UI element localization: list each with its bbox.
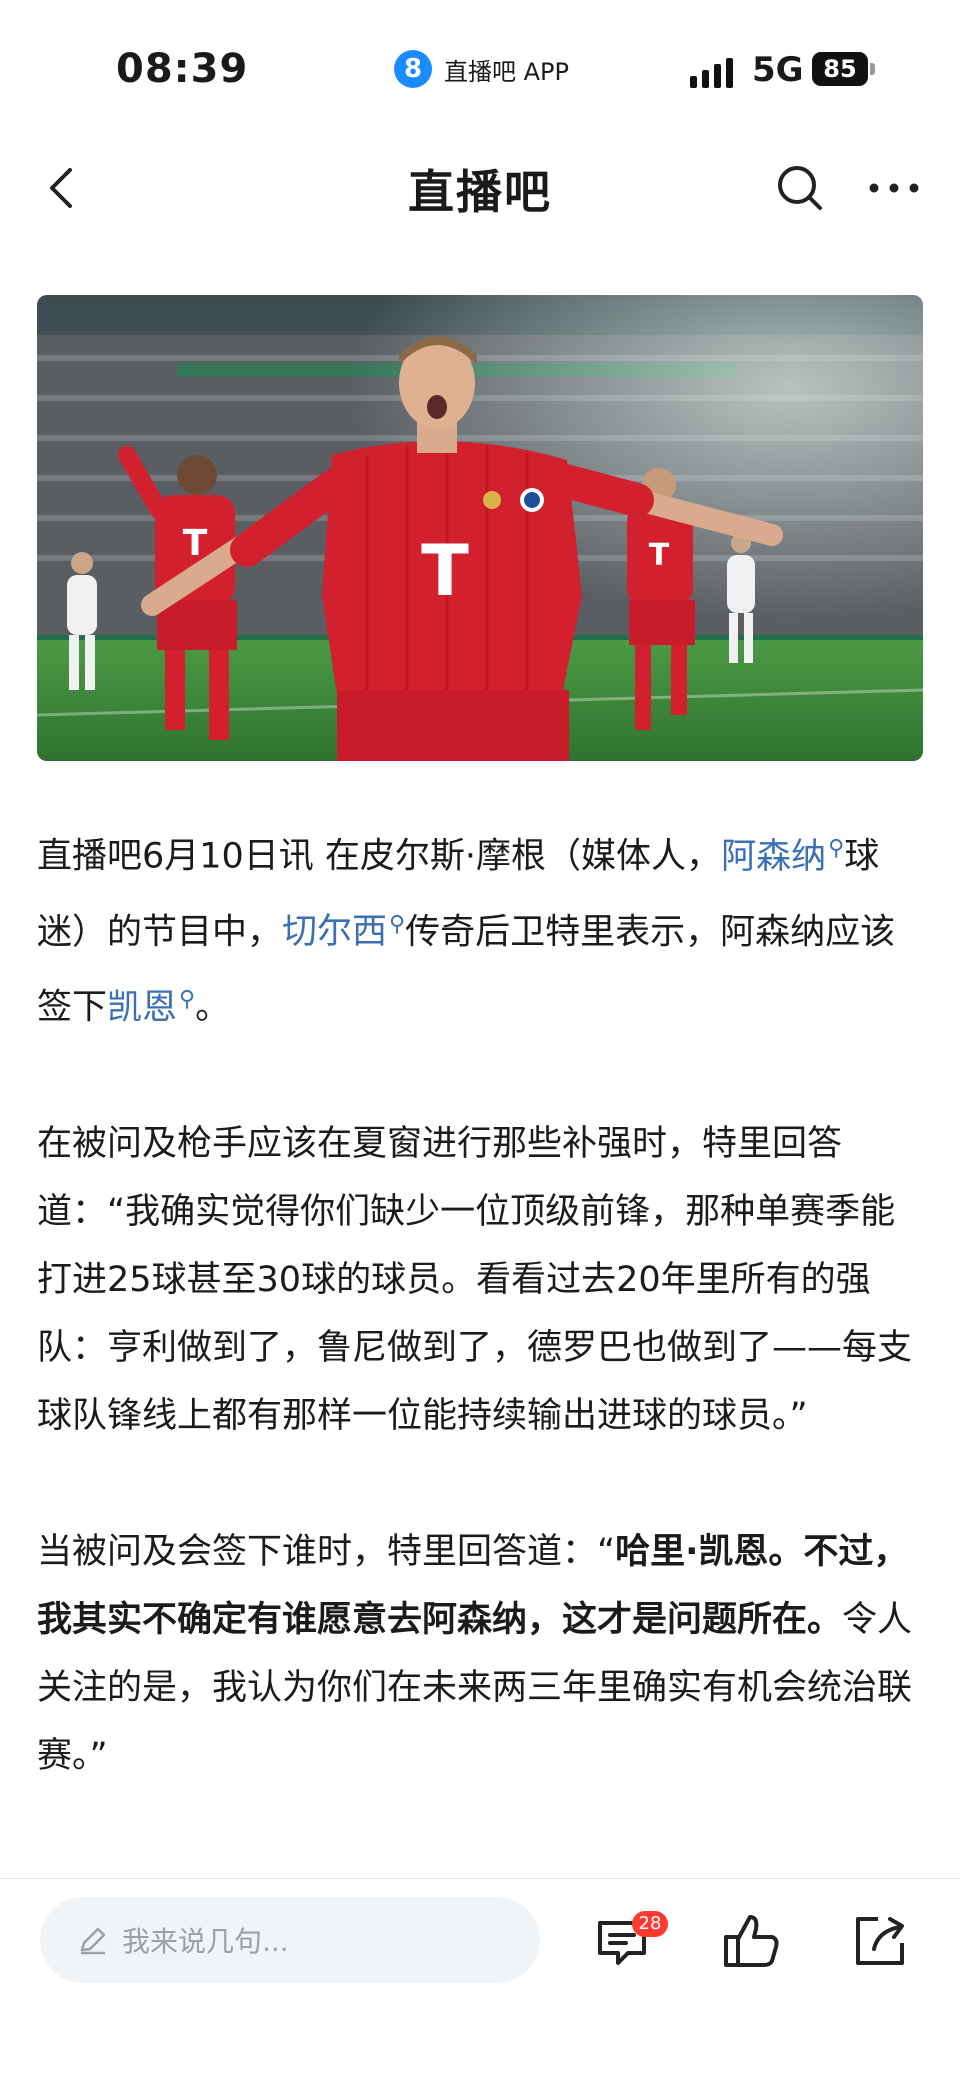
bottom-action-bar: 我来说几句... 28: [0, 1878, 960, 2082]
signal-icon: [690, 58, 733, 88]
tag-link-chelsea[interactable]: 切尔西⚲: [282, 911, 406, 953]
search-button[interactable]: [770, 158, 830, 218]
paragraph-text: 。: [195, 987, 231, 1028]
tag-link-kane[interactable]: 凯恩⚲: [107, 987, 196, 1028]
comment-input[interactable]: 我来说几句...: [40, 1897, 540, 1983]
battery-icon: 85: [812, 52, 868, 86]
article-body: 直播吧6月10日讯 在皮尔斯·摩根（媒体人，阿森纳⚲球迷）的节目中，切尔西⚲传奇…: [37, 815, 927, 1858]
chevron-left-icon: [50, 168, 72, 208]
search-icon: ⚲: [179, 987, 196, 1013]
app-logo-icon: 8: [394, 50, 432, 88]
like-button[interactable]: [720, 1909, 784, 1973]
comment-count-badge: 28: [632, 1911, 668, 1937]
article-paragraph-3: 当被问及会签下谁时，特里回答道：“哈里·凯恩。不过，我其实不确定有谁愿意去阿森纳…: [37, 1518, 927, 1790]
article-paragraph-2: 在被问及枪手应该在夏窗进行那些补强时，特里回答道：“我确实觉得你们缺少一位顶级前…: [37, 1123, 913, 1436]
pencil-icon: [80, 1927, 106, 1955]
share-button[interactable]: [848, 1909, 912, 1973]
article-hero-image[interactable]: T T T: [37, 295, 923, 761]
football-celebration-photo: T T T: [37, 295, 923, 761]
thumbs-up-icon: [724, 1915, 779, 1967]
link-label: 凯恩: [107, 987, 178, 1028]
search-icon: ⚲: [389, 911, 406, 937]
paragraph-text: 当被问及会签下谁时，特里回答道：“: [37, 1531, 616, 1572]
share-icon: [856, 1917, 904, 1965]
link-label: 阿森纳: [721, 836, 827, 877]
link-label: 切尔西: [282, 912, 388, 953]
nav-bar: 直播吧: [0, 140, 960, 235]
svg-text:T: T: [649, 538, 670, 573]
paragraph-text: 直播吧6月10日讯 在皮尔斯·摩根（媒体人，: [37, 836, 722, 877]
more-button[interactable]: [864, 158, 924, 218]
status-time: 08:39: [116, 46, 249, 92]
status-bar: 08:39 8 直播吧 APP 5G 85: [0, 0, 960, 140]
search-icon: ⚲: [828, 836, 845, 861]
comment-placeholder: 我来说几句...: [122, 1925, 289, 1958]
app-name: 直播吧 APP: [444, 57, 569, 86]
app-indicator: 8 直播吧 APP: [394, 50, 569, 88]
battery-tip: [870, 63, 875, 75]
tag-link-arsenal[interactable]: 阿森纳⚲: [721, 836, 845, 877]
back-button[interactable]: [34, 158, 94, 218]
network-type: 5G: [752, 50, 804, 90]
more-icon: [869, 183, 919, 193]
search-icon: [778, 166, 822, 210]
article-paragraph-1: 直播吧6月10日讯 在皮尔斯·摩根（媒体人，阿森纳⚲球迷）的节目中，切尔西⚲传奇…: [37, 815, 927, 1042]
svg-text:T: T: [421, 530, 469, 612]
